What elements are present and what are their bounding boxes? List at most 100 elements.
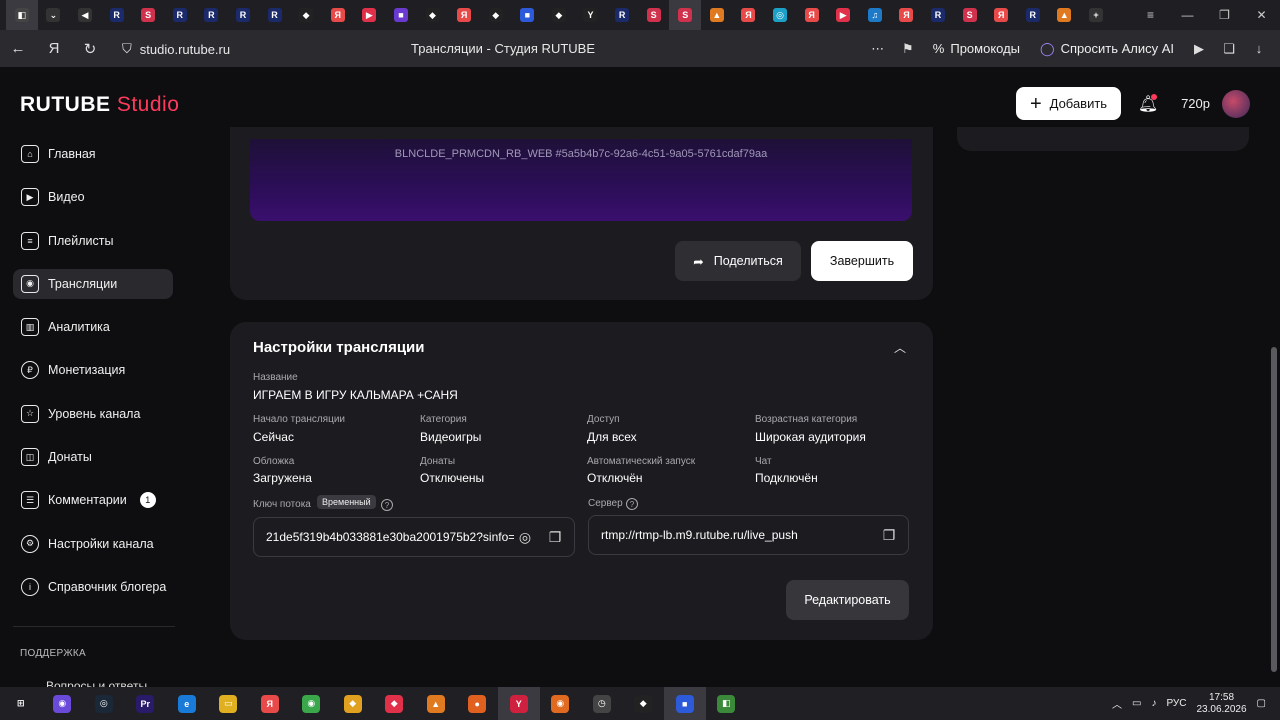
promo-button[interactable]: % Промокоды	[925, 37, 1028, 60]
browser-tab[interactable]: S	[638, 0, 670, 30]
browser-tab[interactable]: R	[922, 0, 954, 30]
share-button[interactable]: ➦ Поделиться	[675, 241, 801, 281]
more-icon[interactable]: ⋯	[865, 36, 891, 62]
server-field[interactable]: rtmp://rtmp-lb.m9.rutube.ru/live_push ❐	[588, 515, 909, 555]
sidebar-item[interactable]: ▶ Видео	[13, 182, 173, 212]
taskbar-app[interactable]: ◆	[623, 687, 665, 720]
sidebar-item[interactable]: ◉ Трансляции	[13, 268, 173, 299]
copy-icon[interactable]: ❐	[544, 526, 566, 548]
browser-tab[interactable]: ◆	[290, 0, 322, 30]
browser-tab[interactable]: Я	[891, 0, 923, 30]
sidebar-item[interactable]: ⚙ Настройки канала	[13, 529, 173, 559]
browser-tab[interactable]: R	[259, 0, 291, 30]
browser-tab[interactable]: ▲	[701, 0, 733, 30]
browser-tab[interactable]: R	[1017, 0, 1049, 30]
browser-tab[interactable]: S	[954, 0, 986, 30]
taskbar-app[interactable]: ◆	[374, 687, 416, 720]
browser-tab[interactable]: R	[164, 0, 196, 30]
taskbar-app[interactable]: Я	[249, 687, 291, 720]
clock[interactable]: 17:58 23.06.2026	[1196, 692, 1246, 716]
browser-tab[interactable]: Я	[796, 0, 828, 30]
chevron-up-icon[interactable]: ︿	[1112, 696, 1122, 711]
restore-icon[interactable]: ❐	[1206, 0, 1243, 30]
browser-tab[interactable]: R	[227, 0, 259, 30]
media-icon[interactable]: ▶	[1186, 36, 1212, 62]
minimize-icon[interactable]: —	[1169, 0, 1206, 30]
taskbar-app[interactable]: ▲	[415, 687, 457, 720]
taskbar-app[interactable]: ◆	[332, 687, 374, 720]
browser-tab[interactable]: Y	[575, 0, 607, 30]
taskbar-app[interactable]: ◉	[291, 687, 333, 720]
taskbar-app[interactable]: Y	[498, 687, 540, 720]
quality-label[interactable]: 720p	[1181, 96, 1210, 111]
browser-tab[interactable]: Я	[448, 0, 480, 30]
browser-tab[interactable]: ◆	[480, 0, 512, 30]
bookmark-icon[interactable]: ⚑	[895, 36, 921, 62]
browser-tab[interactable]: R	[196, 0, 228, 30]
sidebar-item[interactable]: ◫ Донаты	[13, 442, 173, 472]
support-faq-link[interactable]: Вопросы и ответы	[46, 679, 147, 687]
sidebar-item[interactable]: ₽ Монетизация	[13, 355, 173, 385]
browser-tab[interactable]: ♫	[859, 0, 891, 30]
avatar[interactable]	[1222, 89, 1250, 118]
browser-tab[interactable]: ◎	[764, 0, 796, 30]
page-scrollbar[interactable]	[1271, 347, 1277, 672]
chevron-up-icon[interactable]: ︿	[891, 338, 909, 356]
taskbar-app[interactable]: ◷	[581, 687, 623, 720]
browser-tab[interactable]: ◆	[417, 0, 449, 30]
sidebar-item[interactable]: ≡ Плейлисты	[13, 226, 173, 256]
browser-tab[interactable]: S	[669, 0, 702, 30]
edit-button[interactable]: Редактировать	[786, 580, 909, 620]
taskbar-app[interactable]: ◎	[83, 687, 125, 720]
browser-tab[interactable]: Я	[733, 0, 765, 30]
stream-key-field[interactable]: 21de5f319b4b033881e30ba2001975b2?sinfo= …	[253, 517, 575, 557]
taskbar-app[interactable]: ◉	[42, 687, 84, 720]
copy-icon[interactable]: ❐	[878, 524, 900, 546]
sidebar-item[interactable]: ☰ Комментарии 1	[13, 485, 173, 515]
download-icon[interactable]: ↓	[1246, 36, 1272, 62]
key-help-icon[interactable]: ?	[381, 499, 393, 511]
browser-tab[interactable]: ◆	[543, 0, 575, 30]
browser-tab[interactable]: +	[1080, 0, 1112, 30]
sidebar-item[interactable]: i Справочник блогера	[13, 572, 173, 602]
add-button[interactable]: + Добавить	[1015, 87, 1122, 120]
browser-tab[interactable]: ▲	[1049, 0, 1081, 30]
browser-tab[interactable]: ◧	[6, 0, 38, 30]
menu-icon[interactable]: ≡	[1132, 0, 1169, 30]
taskbar-app[interactable]: ⊞	[0, 687, 42, 720]
sidebar-item[interactable]: ☆ Уровень канала	[13, 399, 173, 429]
browser-tab[interactable]: Я	[322, 0, 354, 30]
eye-off-icon[interactable]: ◎	[514, 526, 536, 548]
volume-icon[interactable]: ♪	[1151, 698, 1156, 709]
close-icon[interactable]: ✕	[1243, 0, 1280, 30]
network-icon[interactable]: ▭	[1132, 698, 1141, 709]
browser-tab[interactable]: R	[101, 0, 133, 30]
sidebar-item[interactable]: ⌂ Главная	[13, 139, 173, 169]
taskbar-app[interactable]: ■	[664, 687, 706, 720]
bell-icon[interactable]: 🔔︎	[1133, 89, 1163, 119]
taskbar-app[interactable]: ◧	[706, 687, 748, 720]
finish-button[interactable]: Завершить	[811, 241, 913, 281]
extensions-icon[interactable]: ❏	[1216, 36, 1242, 62]
taskbar-app[interactable]: e	[166, 687, 208, 720]
taskbar-app[interactable]: Pr	[125, 687, 167, 720]
taskbar-app[interactable]: ◉	[540, 687, 582, 720]
browser-tab[interactable]: ▶	[827, 0, 859, 30]
notification-icon[interactable]: ▢	[1257, 698, 1266, 709]
alice-button[interactable]: ◯ Спросить Алису AI	[1032, 37, 1182, 61]
browser-tab[interactable]: ■	[385, 0, 417, 30]
browser-tab[interactable]: ▶	[354, 0, 386, 30]
browser-tab[interactable]: ■	[512, 0, 544, 30]
rutube-studio-logo[interactable]: RUTUBE Studio	[20, 93, 179, 117]
lang-indicator[interactable]: РУС	[1166, 698, 1186, 709]
browser-tab[interactable]: S	[132, 0, 164, 30]
browser-tab[interactable]: Я	[985, 0, 1017, 30]
browser-tab[interactable]: ⌄	[38, 0, 70, 30]
browser-tab[interactable]: ◀	[69, 0, 101, 30]
server-help-icon[interactable]: ?	[626, 498, 638, 510]
sidebar-item-label: Комментарии	[48, 493, 127, 508]
sidebar-item[interactable]: ▥ Аналитика	[13, 312, 173, 342]
taskbar-app[interactable]: ●	[457, 687, 499, 720]
browser-tab[interactable]: R	[606, 0, 638, 30]
taskbar-app[interactable]: ▭	[208, 687, 250, 720]
